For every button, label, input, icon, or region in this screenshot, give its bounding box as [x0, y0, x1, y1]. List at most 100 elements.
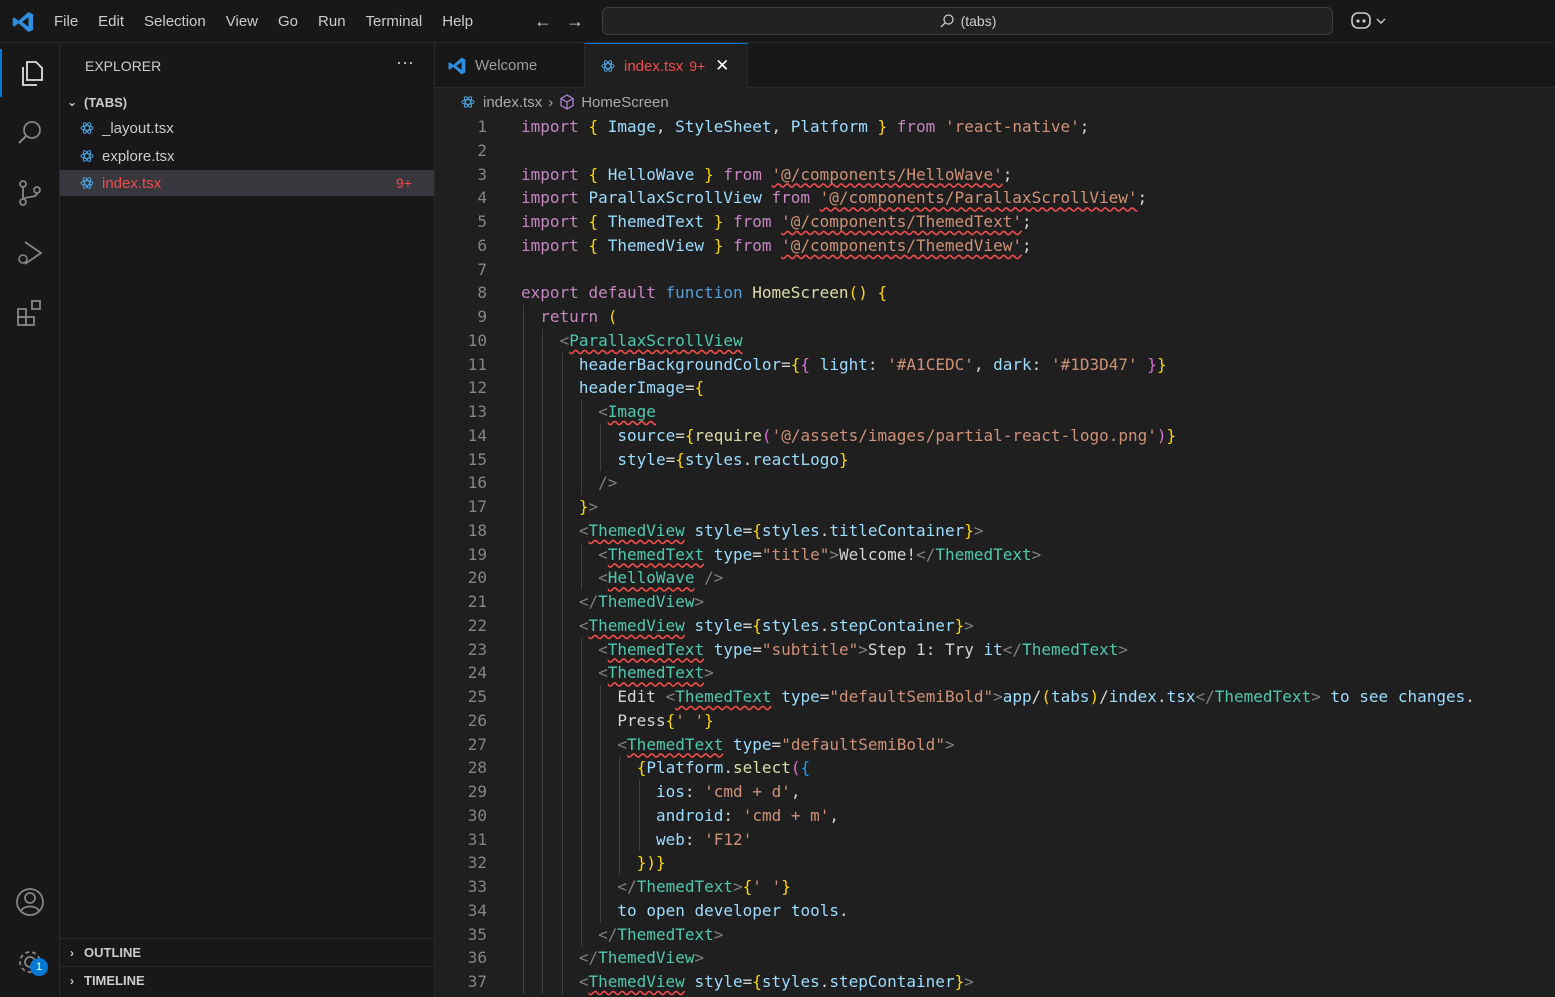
extensions-activity[interactable]	[0, 289, 60, 337]
folder-header[interactable]: ⌄ (TABS)	[60, 91, 434, 113]
close-icon[interactable]: ✕	[715, 56, 729, 76]
indent-guide	[523, 827, 524, 852]
indent-guide	[523, 542, 524, 567]
breadcrumb: index.tsx › HomeScreen	[435, 89, 1555, 115]
code-line[interactable]: 29 ios: 'cmd + d',	[435, 780, 1555, 804]
tab-index[interactable]: index.tsx 9+ ✕	[585, 43, 748, 88]
code-line[interactable]: 35 </ThemedText>	[435, 922, 1555, 947]
code-line[interactable]: 27 <ThemedText type="defaultSemiBold">	[435, 732, 1555, 757]
menu-file[interactable]: File	[44, 0, 88, 43]
menu-view[interactable]: View	[216, 0, 268, 43]
code-line[interactable]: 31 web: 'F12'	[435, 827, 1555, 852]
menu-selection[interactable]: Selection	[134, 0, 216, 43]
tab-welcome[interactable]: Welcome	[435, 43, 585, 88]
code-editor[interactable]: 1 import { Image, StyleSheet, Platform } …	[435, 115, 1555, 997]
menu-edit[interactable]: Edit	[88, 0, 134, 43]
indent-guide	[542, 637, 544, 662]
menu-go[interactable]: Go	[268, 0, 308, 43]
line-number: 37	[467, 972, 487, 991]
indent-guide	[542, 495, 544, 519]
breadcrumb-symbol[interactable]: HomeScreen	[581, 94, 669, 111]
file-item-index[interactable]: index.tsx 9+	[60, 170, 434, 196]
code-line[interactable]: 1 import { Image, StyleSheet, Platform } …	[435, 115, 1555, 139]
file-item-layout[interactable]: _layout.tsx	[60, 115, 434, 141]
code-line[interactable]: 3 import { HelloWave } from '@/components…	[435, 163, 1555, 187]
indent-guide	[600, 803, 602, 828]
code-line[interactable]: 15 style={styles.reactLogo}	[435, 447, 1555, 472]
forward-arrow-icon[interactable]: →	[565, 11, 585, 31]
code-line[interactable]: 10 <ParallaxScrollView	[435, 328, 1555, 353]
indent-guide	[600, 827, 602, 852]
menu-help[interactable]: Help	[432, 0, 483, 43]
code-line[interactable]: 13 <Image	[435, 400, 1555, 424]
code-line[interactable]: 22 <ThemedView style={styles.stepContain…	[435, 613, 1555, 638]
outline-section[interactable]: › OUTLINE	[60, 938, 434, 966]
more-actions-icon[interactable]: ···	[396, 52, 414, 73]
code-line[interactable]: 11 headerBackgroundColor={{ light: '#A1C…	[435, 352, 1555, 377]
indent-guide	[580, 732, 582, 757]
back-arrow-icon[interactable]: ←	[533, 11, 553, 31]
code-line[interactable]: 23 <ThemedText type="subtitle">Step 1: T…	[435, 637, 1555, 662]
source-control-activity[interactable]	[0, 169, 60, 217]
code-line[interactable]: 5 import { ThemedText } from '@/component…	[435, 210, 1555, 234]
line-number: 1	[477, 117, 487, 136]
line-number: 28	[467, 758, 487, 778]
symbol-method-icon	[560, 94, 574, 110]
indent-guide	[523, 922, 524, 947]
code-line[interactable]: 14 source={require('@/assets/images/part…	[435, 423, 1555, 448]
explorer-sidebar: EXPLORER ··· ⌄ (TABS) _layout.tsx explor…	[60, 43, 435, 997]
code-line[interactable]: 2	[435, 139, 1555, 163]
run-debug-activity[interactable]	[0, 229, 60, 277]
command-center-search[interactable]: (tabs)	[602, 7, 1333, 35]
code-line[interactable]: 9 return (	[435, 305, 1555, 329]
code-line[interactable]: 7	[435, 258, 1555, 282]
indent-guide	[580, 708, 582, 733]
indent-guide	[600, 875, 602, 899]
search-activity[interactable]	[0, 109, 60, 157]
timeline-section[interactable]: › TIMELINE	[60, 966, 434, 994]
files-icon	[22, 61, 43, 86]
code-line[interactable]: 21 </ThemedView>	[435, 590, 1555, 614]
code-line[interactable]: 26 Press{' '}	[435, 708, 1555, 733]
indent-guide	[523, 756, 524, 780]
code-line[interactable]: 19 <ThemedText type="title">Welcome!</Th…	[435, 542, 1555, 567]
code-line[interactable]: 12 headerImage={	[435, 376, 1555, 400]
code-line[interactable]: 36 </ThemedView>	[435, 946, 1555, 970]
tab-label: Welcome	[475, 57, 538, 74]
indent-guide	[561, 756, 563, 780]
file-item-explore[interactable]: explore.tsx	[60, 143, 434, 169]
code-line[interactable]: 17 }>	[435, 495, 1555, 519]
code-line[interactable]: 25 Edit <ThemedText type="defaultSemiBol…	[435, 685, 1555, 709]
code-text: import { ThemedText } from '@/components…	[521, 212, 1032, 231]
code-text: headerBackgroundColor={{ light: '#A1CEDC…	[578, 354, 1167, 374]
menu-run[interactable]: Run	[308, 0, 356, 43]
code-line[interactable]: 4 import ParallaxScrollView from '@/compo…	[435, 186, 1555, 210]
code-line[interactable]: 34 to open developer tools.	[435, 898, 1555, 923]
indent-guide	[542, 613, 544, 638]
code-line[interactable]: 30 android: 'cmd + m',	[435, 803, 1555, 828]
menu-terminal[interactable]: Terminal	[356, 0, 433, 43]
code-line[interactable]: 16 />	[435, 471, 1555, 495]
code-line[interactable]: 6 import { ThemedView } from '@/component…	[435, 234, 1555, 258]
line-number: 18	[467, 520, 487, 540]
indent-guide	[561, 590, 563, 614]
line-number: 4	[477, 188, 487, 208]
code-line[interactable]: 32 })}	[435, 851, 1555, 875]
code-line[interactable]: 37 <ThemedView style={styles.stepContain…	[435, 970, 1555, 994]
code-text: {Platform.select({	[636, 758, 811, 778]
code-line[interactable]: 8 export default function HomeScreen() {	[435, 281, 1555, 305]
code-line[interactable]: 24 <ThemedText>	[435, 661, 1555, 685]
line-number: 23	[467, 639, 487, 659]
line-number: 11	[467, 354, 487, 374]
manage-activity[interactable]: 1	[0, 938, 60, 986]
code-line[interactable]: 28 {Platform.select({	[435, 756, 1555, 780]
copilot-icon[interactable]	[1350, 10, 1390, 32]
indent-guide	[523, 946, 524, 970]
explorer-activity[interactable]	[0, 49, 62, 97]
editor-tabs: Welcome index.tsx 9+ ✕	[435, 43, 1555, 88]
code-line[interactable]: 18 <ThemedView style={styles.titleContai…	[435, 518, 1555, 543]
code-line[interactable]: 20 <HelloWave />	[435, 566, 1555, 590]
code-line[interactable]: 33 </ThemedText>{' '}	[435, 875, 1555, 899]
accounts-activity[interactable]	[0, 878, 60, 926]
breadcrumb-file[interactable]: index.tsx	[483, 94, 542, 111]
